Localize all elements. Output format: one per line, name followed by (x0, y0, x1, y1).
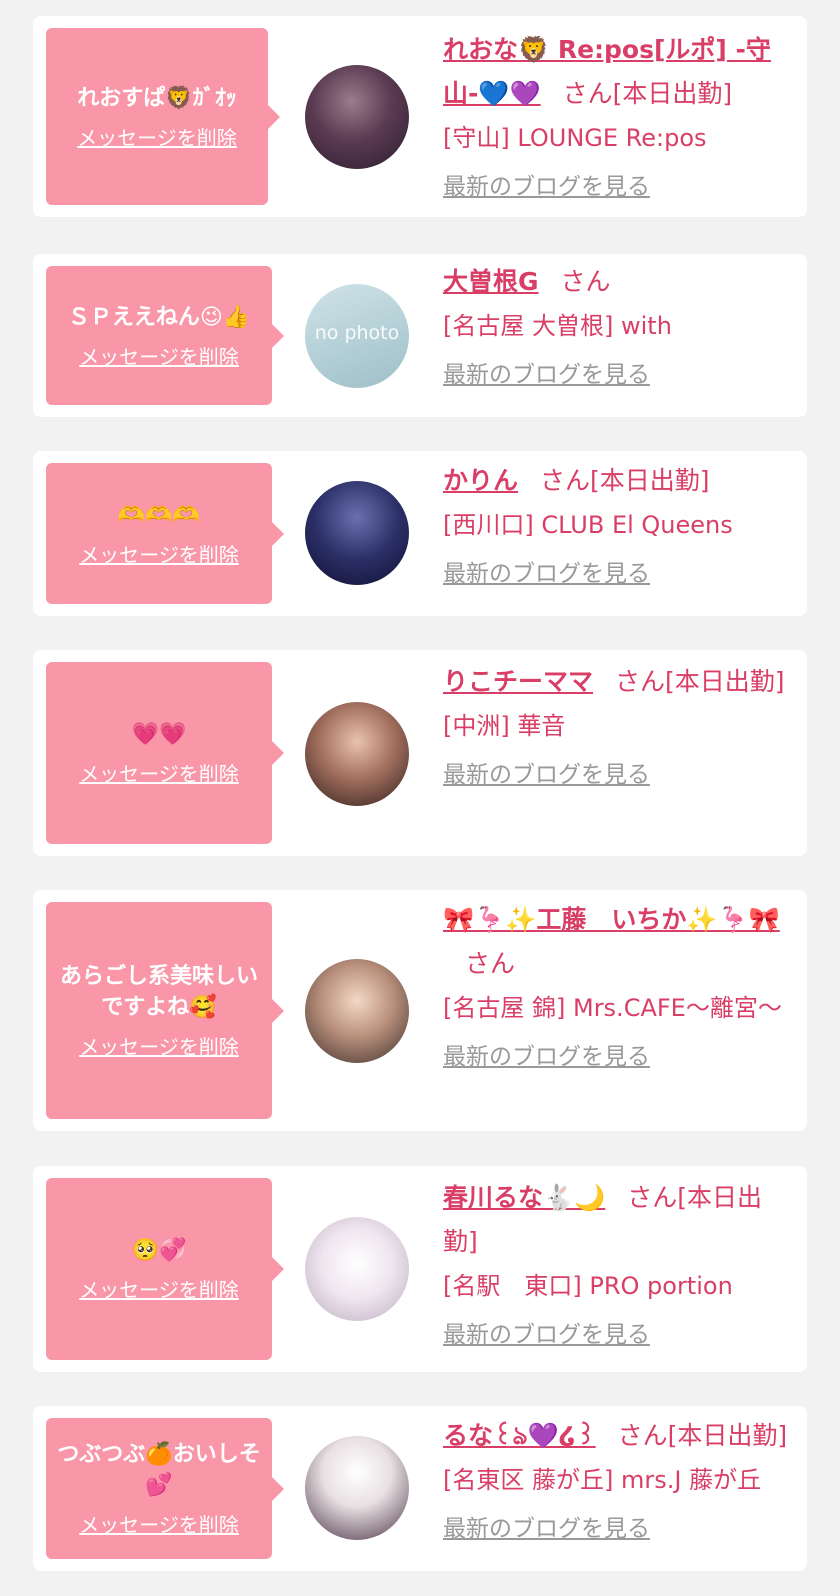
cast-info: 春川るな🐇🌙 さん[本日出勤] [名駅 東口] PRO portion 最新のブロ… (443, 1176, 793, 1354)
avatar[interactable] (305, 959, 409, 1063)
message-text: れおすぱ🦁ｶﾞｵｯ (77, 85, 237, 111)
honorific: さん (540, 466, 591, 495)
avatar[interactable]: no photo (305, 284, 409, 388)
delete-message-link[interactable]: メッセージを削除 (79, 1509, 239, 1538)
cast-info: 🎀🦩✨工藤 いちか✨🦩🎀 さん [名古屋 錦] Mrs.CAFE〜離宮〜 最新のブ… (443, 898, 793, 1076)
avatar[interactable] (305, 702, 409, 806)
avatar[interactable] (305, 1436, 409, 1540)
status-badge: [本日出勤] (590, 466, 710, 495)
cast-name-link[interactable]: かりん (443, 466, 518, 495)
latest-blog-link[interactable]: 最新のブログを見る (443, 1316, 650, 1354)
shop-name: [守山] LOUNGE Re:pos (443, 124, 707, 152)
list-item: れおすぱ🦁ｶﾞｵｯ メッセージを削除 れおな🦁 Re:pos[ルポ] -守山-💙… (33, 16, 807, 217)
latest-blog-link[interactable]: 最新のブログを見る (443, 756, 650, 794)
honorific: さん (560, 267, 611, 296)
status-badge: [本日出勤] (612, 79, 733, 108)
latest-blog-link[interactable]: 最新のブログを見る (443, 356, 650, 394)
delete-message-link[interactable]: メッセージを削除 (77, 122, 237, 151)
cast-name-link[interactable]: 🎀🦩✨工藤 いちか✨🦩🎀 (443, 905, 780, 934)
message-bubble: つぶつぶ🍊おいしそ💕 メッセージを削除 (46, 1418, 284, 1559)
message-bubble: あらごし系美味しいですよね🥰 メッセージを削除 (46, 902, 284, 1119)
shop-name: [名駅 東口] PRO portion (443, 1272, 733, 1300)
delete-message-link[interactable]: メッセージを削除 (79, 1274, 239, 1303)
message-text: 💗💗 (131, 722, 187, 747)
list-item: 🥺💞 メッセージを削除 春川るな🐇🌙 さん[本日出勤] [名駅 東口] PRO p… (33, 1166, 807, 1372)
name-line: 🎀🦩✨工藤 いちか✨🦩🎀 さん (443, 898, 793, 986)
cast-info: るな꒰ঌ💜໒꒱ さん[本日出勤] [名東区 藤が丘] mrs.J 藤が丘 最新のブ… (443, 1414, 793, 1548)
list-item: 🫶🫶🫶 メッセージを削除 かりん さん[本日出勤] [西川口] CLUB El Q… (33, 451, 807, 616)
cast-info: れおな🦁 Re:pos[ルポ] -守山-💙💜 さん[本日出勤] [守山] LOUN… (443, 28, 793, 206)
cast-info: 大曽根G さん [名古屋 大曽根] with 最新のブログを見る (443, 260, 793, 394)
honorific: さん (627, 1183, 678, 1212)
shop-name: [中洲] 華音 (443, 712, 566, 740)
status-badge: [本日出勤] (667, 1421, 788, 1450)
status-badge: [本日出勤] (665, 667, 785, 696)
cast-name-link[interactable]: りこチーママ (443, 667, 593, 696)
list-item: あらごし系美味しいですよね🥰 メッセージを削除 🎀🦩✨工藤 いちか✨🦩🎀 さん [… (33, 890, 807, 1131)
message-bubble: 🫶🫶🫶 メッセージを削除 (46, 463, 284, 604)
delete-message-link[interactable]: メッセージを削除 (79, 341, 239, 370)
name-line: 春川るな🐇🌙 さん[本日出勤] (443, 1176, 793, 1264)
name-line: りこチーママ さん[本日出勤] (443, 660, 793, 704)
name-line: れおな🦁 Re:pos[ルポ] -守山-💙💜 さん[本日出勤] (443, 28, 793, 116)
latest-blog-link[interactable]: 最新のブログを見る (443, 1510, 650, 1548)
cast-name-link[interactable]: 春川るな🐇🌙 (443, 1183, 605, 1212)
delete-message-link[interactable]: メッセージを削除 (79, 758, 239, 787)
message-list: れおすぱ🦁ｶﾞｵｯ メッセージを削除 れおな🦁 Re:pos[ルポ] -守山-💙… (0, 0, 840, 1596)
shop-name: [西川口] CLUB El Queens (443, 511, 733, 539)
message-bubble: 💗💗 メッセージを削除 (46, 662, 284, 844)
message-bubble: 🥺💞 メッセージを削除 (46, 1178, 284, 1360)
message-text: あらごし系美味しいですよね🥰 (59, 964, 258, 1020)
shop-name: [名古屋 大曽根] with (443, 312, 672, 340)
list-item: 💗💗 メッセージを削除 りこチーママ さん[本日出勤] [中洲] 華音 最新のブロ… (33, 650, 807, 856)
message-text: ＳＰええねん😉👍 (67, 304, 251, 330)
list-item: つぶつぶ🍊おいしそ💕 メッセージを削除 るな꒰ঌ💜໒꒱ さん[本日出勤] [名東区… (33, 1406, 807, 1571)
message-text: 🫶🫶🫶 (117, 502, 201, 528)
delete-message-link[interactable]: メッセージを削除 (79, 539, 239, 568)
message-bubble: れおすぱ🦁ｶﾞｵｯ メッセージを削除 (46, 28, 280, 205)
honorific: さん (615, 667, 666, 696)
message-bubble: ＳＰええねん😉👍 メッセージを削除 (46, 266, 284, 405)
delete-message-link[interactable]: メッセージを削除 (79, 1031, 239, 1060)
list-item: ＳＰええねん😉👍 メッセージを削除 no photo 大曽根G さん [名古屋 大… (33, 254, 807, 417)
honorific: さん (465, 949, 516, 978)
shop-name: [名古屋 錦] Mrs.CAFE〜離宮〜 (443, 994, 782, 1022)
latest-blog-link[interactable]: 最新のブログを見る (443, 168, 650, 206)
honorific: さん (562, 79, 613, 108)
cast-info: かりん さん[本日出勤] [西川口] CLUB El Queens 最新のブログを… (443, 459, 793, 593)
latest-blog-link[interactable]: 最新のブログを見る (443, 555, 650, 593)
avatar[interactable] (305, 481, 409, 585)
latest-blog-link[interactable]: 最新のブログを見る (443, 1038, 650, 1076)
avatar[interactable] (305, 1217, 409, 1321)
avatar[interactable] (305, 65, 409, 169)
message-text: つぶつぶ🍊おいしそ💕 (57, 1442, 261, 1498)
honorific: さん (617, 1421, 668, 1450)
cast-info: りこチーママ さん[本日出勤] [中洲] 華音 最新のブログを見る (443, 660, 793, 794)
no-photo-label: no photo (314, 322, 400, 344)
name-line: かりん さん[本日出勤] (443, 459, 793, 503)
cast-name-link[interactable]: るな꒰ঌ💜໒꒱ (443, 1421, 596, 1450)
message-text: 🥺💞 (131, 1238, 187, 1263)
cast-name-link[interactable]: 大曽根G (443, 267, 539, 296)
name-line: 大曽根G さん (443, 260, 793, 304)
name-line: るな꒰ঌ💜໒꒱ さん[本日出勤] (443, 1414, 793, 1458)
shop-name: [名東区 藤が丘] mrs.J 藤が丘 (443, 1466, 762, 1494)
